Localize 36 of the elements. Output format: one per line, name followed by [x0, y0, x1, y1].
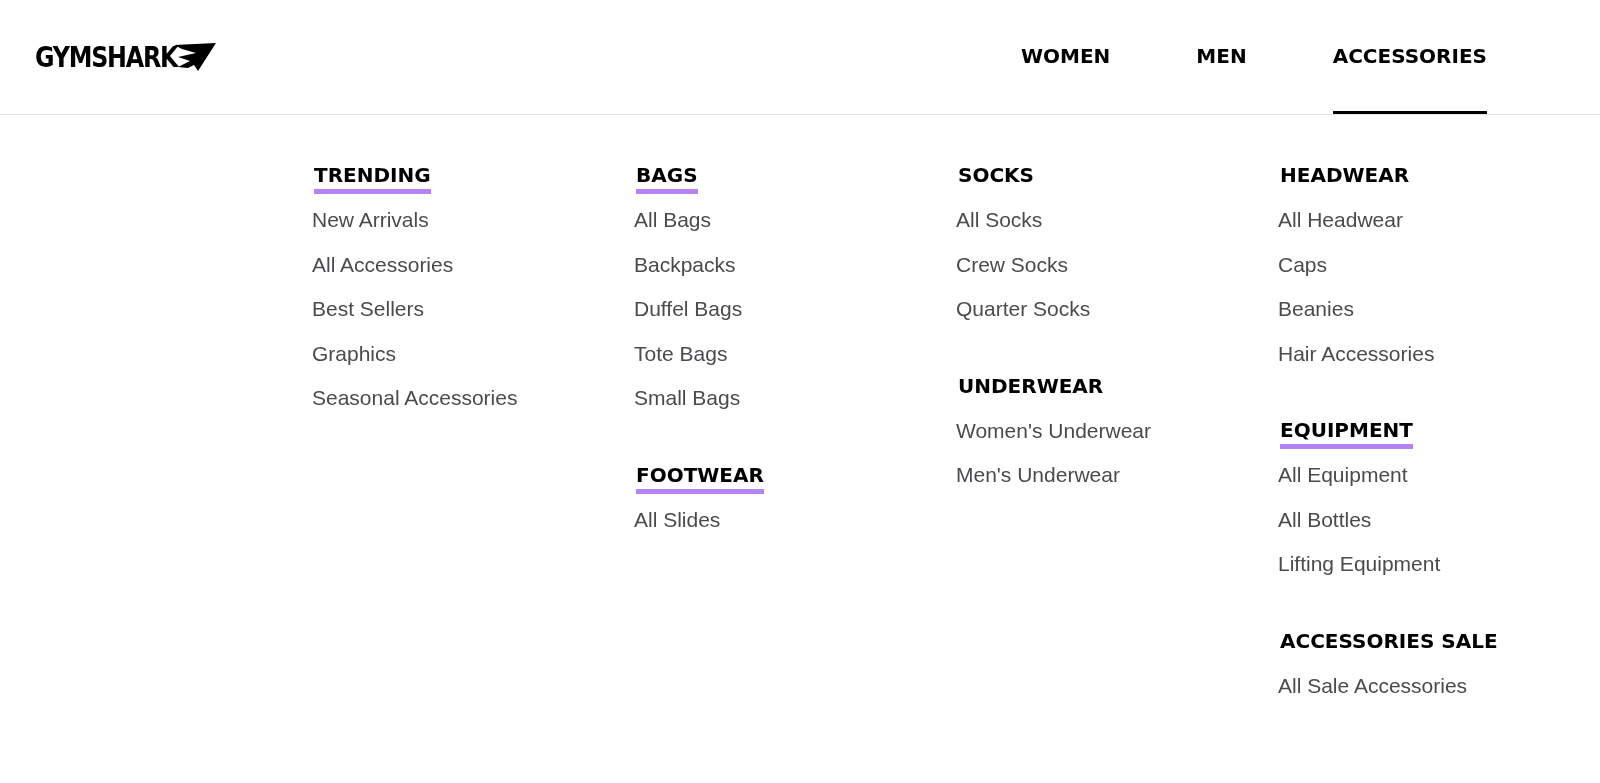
menu-link[interactable]: Best Sellers — [312, 287, 425, 332]
logo-text[interactable]: GYMSHARK — [35, 42, 178, 72]
menu-link[interactable]: Lifting Equipment — [1278, 542, 1441, 587]
menu-link[interactable]: Duffel Bags — [634, 287, 743, 332]
category-heading[interactable]: UNDERWEAR — [958, 373, 1104, 405]
menu-link[interactable]: All Equipment — [1278, 453, 1408, 498]
category-heading[interactable]: HEADWEAR — [1280, 163, 1410, 194]
category-heading[interactable]: EQUIPMENT — [1280, 418, 1413, 449]
category-heading[interactable]: ACCESSORIES SALE — [1280, 628, 1498, 660]
menu-link[interactable]: Hair Accessories — [1278, 331, 1435, 376]
menu-link[interactable]: Women's Underwear — [956, 408, 1152, 453]
menu-link[interactable]: Seasonal Accessories — [312, 376, 518, 421]
menu-link[interactable]: All Headwear — [1278, 198, 1403, 243]
menu-link[interactable]: All Accessories — [312, 242, 454, 287]
menu-link[interactable]: Small Bags — [634, 376, 741, 421]
menu-link[interactable]: Backpacks — [634, 242, 736, 287]
category-heading[interactable]: FOOTWEAR — [636, 462, 764, 494]
menu-link[interactable]: Tote Bags — [634, 331, 728, 376]
nav-tab[interactable]: MEN — [1196, 0, 1247, 114]
menu-link[interactable]: Beanies — [1278, 287, 1354, 332]
category-heading[interactable]: BAGS — [636, 163, 698, 194]
menu-link[interactable]: All Bottles — [1278, 497, 1372, 542]
menu-link[interactable]: All Slides — [634, 497, 721, 542]
category-heading[interactable]: TRENDING — [314, 163, 431, 194]
menu-link[interactable]: Crew Socks — [956, 242, 1069, 287]
category-heading[interactable]: SOCKS — [958, 163, 1034, 194]
menu-link[interactable]: Graphics — [312, 331, 397, 376]
menu-link[interactable]: Caps — [1278, 242, 1328, 287]
menu-link[interactable]: All Socks — [956, 198, 1043, 243]
menu-link[interactable]: Men's Underwear — [956, 453, 1120, 498]
menu-link[interactable]: New Arrivals — [312, 198, 429, 243]
nav-tab[interactable]: WOMEN — [1021, 0, 1111, 114]
menu-link[interactable]: All Sale Accessories — [1278, 663, 1468, 708]
menu-link[interactable]: All Bags — [634, 198, 712, 243]
menu-link[interactable]: Quarter Socks — [956, 287, 1091, 332]
nav-tab[interactable]: ACCESSORIES — [1332, 0, 1487, 114]
